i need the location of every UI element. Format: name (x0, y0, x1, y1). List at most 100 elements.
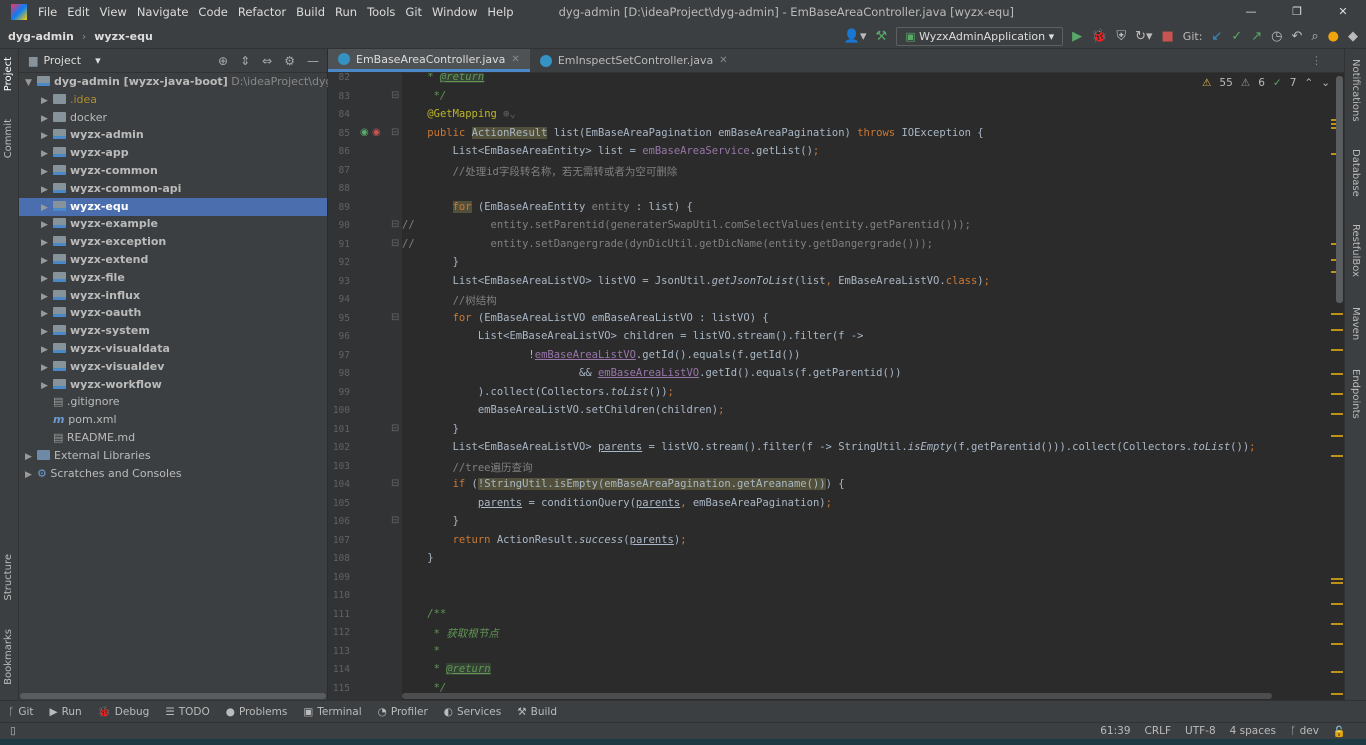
menu-run[interactable]: Run (330, 5, 362, 19)
toggle-tool-windows-icon[interactable]: ▯ (0, 725, 16, 737)
close-tab-icon[interactable]: ✕ (719, 55, 727, 66)
code-line[interactable]: @GetMapping ⊕⌄ (402, 108, 516, 120)
tool-structure[interactable]: Structure (3, 554, 14, 601)
fold-icon[interactable]: ⊟ (391, 219, 399, 230)
code-line[interactable]: } (402, 423, 459, 435)
tool-notifications[interactable]: Notifications (1350, 59, 1361, 122)
chevron-right-icon[interactable]: ▶ (41, 252, 53, 270)
code-line[interactable]: } (402, 515, 459, 527)
menu-navigate[interactable]: Navigate (132, 5, 194, 19)
tree-item[interactable]: ▶ wyzx-app (19, 144, 327, 162)
chevron-down-icon[interactable]: ▼ (25, 74, 37, 92)
tree-item[interactable]: ▶ wyzx-example (19, 215, 327, 233)
code-line[interactable]: public ActionResult list(EmBaseAreaPagin… (402, 126, 984, 139)
warning-marker[interactable] (1331, 435, 1343, 437)
code-line[interactable]: !emBaseAreaListVO.getId().equals(f.getId… (402, 349, 800, 361)
code-line[interactable]: } (402, 552, 433, 564)
tree-item[interactable]: ▤ .gitignore (19, 393, 327, 411)
locate-icon[interactable]: ⊕ (218, 54, 228, 68)
warning-marker[interactable] (1331, 603, 1343, 605)
menu-file[interactable]: File (33, 5, 62, 19)
warning-marker[interactable] (1331, 578, 1343, 580)
chevron-right-icon[interactable]: ▶ (41, 110, 53, 128)
fold-icon[interactable]: ⊟ (391, 90, 399, 101)
code-line[interactable]: for (EmBaseAreaListVO emBaseAreaListVO :… (402, 312, 769, 324)
chevron-right-icon[interactable]: ▶ (41, 270, 53, 288)
warning-marker[interactable] (1331, 582, 1343, 584)
code-line[interactable]: List<EmBaseAreaListVO> children = listVO… (402, 330, 864, 342)
code-line[interactable]: * @return (402, 73, 485, 83)
code-line[interactable]: /** (402, 608, 446, 620)
tool-git[interactable]: ᚴ Git (8, 706, 33, 718)
search-icon[interactable]: ⌕ (1311, 29, 1318, 44)
code-line[interactable]: List<EmBaseAreaListVO> parents = listVO.… (402, 441, 1256, 453)
tool-profiler[interactable]: ◔ Profiler (378, 706, 428, 718)
code-line[interactable]: * (402, 645, 440, 657)
history-icon[interactable]: ◷ (1271, 29, 1282, 44)
code-line[interactable]: if (!StringUtil.isEmpty(emBaseAreaPagina… (402, 478, 845, 490)
code-line[interactable]: //tree遍历查询 (402, 460, 533, 475)
menu-help[interactable]: Help (482, 5, 518, 19)
fold-icon[interactable]: ⊟ (391, 127, 399, 138)
chevron-right-icon[interactable]: ▶ (41, 181, 53, 199)
chevron-right-icon[interactable]: ▶ (25, 466, 37, 484)
project-view-select[interactable]: Project (43, 54, 81, 67)
user-icon[interactable]: 👤▾ (844, 29, 867, 44)
tree-item[interactable]: ▶ ⚙ Scratches and Consoles (19, 465, 327, 483)
tab-embaseareacontroller[interactable]: EmBaseAreaController.java ✕ (328, 49, 530, 72)
fold-icon[interactable]: ⊟ (391, 238, 399, 249)
chevron-right-icon[interactable]: ▶ (25, 448, 37, 466)
tool-restfulbox[interactable]: RestfulBox (1350, 224, 1361, 277)
code-line[interactable]: */ (402, 90, 447, 102)
code-line[interactable]: //树结构 (402, 293, 497, 308)
tree-item[interactable]: ▶ External Libraries (19, 447, 327, 465)
code-line[interactable]: * 获取根节点 (402, 626, 499, 641)
warning-marker[interactable] (1331, 413, 1343, 415)
tree-item[interactable]: ▶ wyzx-extend (19, 251, 327, 269)
fold-icon[interactable]: ⊟ (391, 312, 399, 323)
warning-marker[interactable] (1331, 393, 1343, 395)
menu-tools[interactable]: Tools (362, 5, 400, 19)
tab-eminspectsetcontroller[interactable]: EmInspectSetController.java ✕ (530, 49, 738, 72)
jetbrains-icon[interactable]: ◆ (1348, 29, 1358, 44)
menu-view[interactable]: View (95, 5, 132, 19)
project-horizontal-scrollbar[interactable] (20, 693, 326, 699)
line-separator[interactable]: CRLF (1145, 725, 1172, 738)
tool-problems[interactable]: ● Problems (226, 706, 288, 718)
warning-marker[interactable] (1331, 373, 1343, 375)
code-line[interactable]: * @return (402, 663, 491, 675)
update-icon[interactable]: ● (1328, 29, 1339, 44)
run-configuration-select[interactable]: ▣ WyzxAdminApplication ▾ (896, 27, 1064, 46)
menu-git[interactable]: Git (400, 5, 427, 19)
warning-marker[interactable] (1331, 329, 1343, 331)
warning-marker[interactable] (1331, 643, 1343, 645)
warning-marker[interactable] (1331, 313, 1343, 315)
tool-commit[interactable]: Commit (3, 119, 14, 158)
git-update-icon[interactable]: ↙ (1211, 29, 1222, 44)
tree-item[interactable]: ▶ wyzx-influx (19, 287, 327, 305)
tool-bookmarks[interactable]: Bookmarks (3, 629, 14, 685)
file-encoding[interactable]: UTF-8 (1185, 725, 1216, 738)
chevron-right-icon[interactable]: ▶ (41, 377, 53, 395)
menu-build[interactable]: Build (291, 5, 330, 19)
close-button[interactable]: ✕ (1320, 0, 1366, 24)
code-line[interactable]: && emBaseAreaListVO.getId().equals(f.get… (402, 367, 901, 379)
warning-marker[interactable] (1331, 693, 1343, 695)
chevron-right-icon[interactable]: ▶ (41, 234, 53, 252)
breadcrumb-project[interactable]: dyg-admin (0, 30, 82, 43)
menu-refactor[interactable]: Refactor (233, 5, 291, 19)
chevron-right-icon[interactable]: ▶ (41, 163, 53, 181)
run-icon[interactable]: ▶ (1072, 29, 1082, 44)
warning-marker[interactable] (1331, 349, 1343, 351)
warning-marker[interactable] (1331, 623, 1343, 625)
tree-item[interactable]: ▶ wyzx-admin (19, 126, 327, 144)
code-line[interactable]: parents = conditionQuery(parents, emBase… (402, 497, 832, 509)
tabs-menu-icon[interactable]: ⋮ (1311, 49, 1344, 72)
debug-icon[interactable]: 🐞 (1091, 29, 1107, 44)
code-line[interactable]: emBaseAreaListVO.setChildren(children); (402, 404, 725, 416)
endpoint-gutter-icon[interactable]: ◉ (372, 127, 381, 138)
editor-vertical-scrollbar[interactable] (1336, 76, 1343, 303)
code-line[interactable]: return ActionResult.success(parents); (402, 534, 687, 546)
fold-icon[interactable]: ⊟ (391, 478, 399, 489)
chevron-down-icon[interactable]: ▾ (95, 54, 101, 67)
